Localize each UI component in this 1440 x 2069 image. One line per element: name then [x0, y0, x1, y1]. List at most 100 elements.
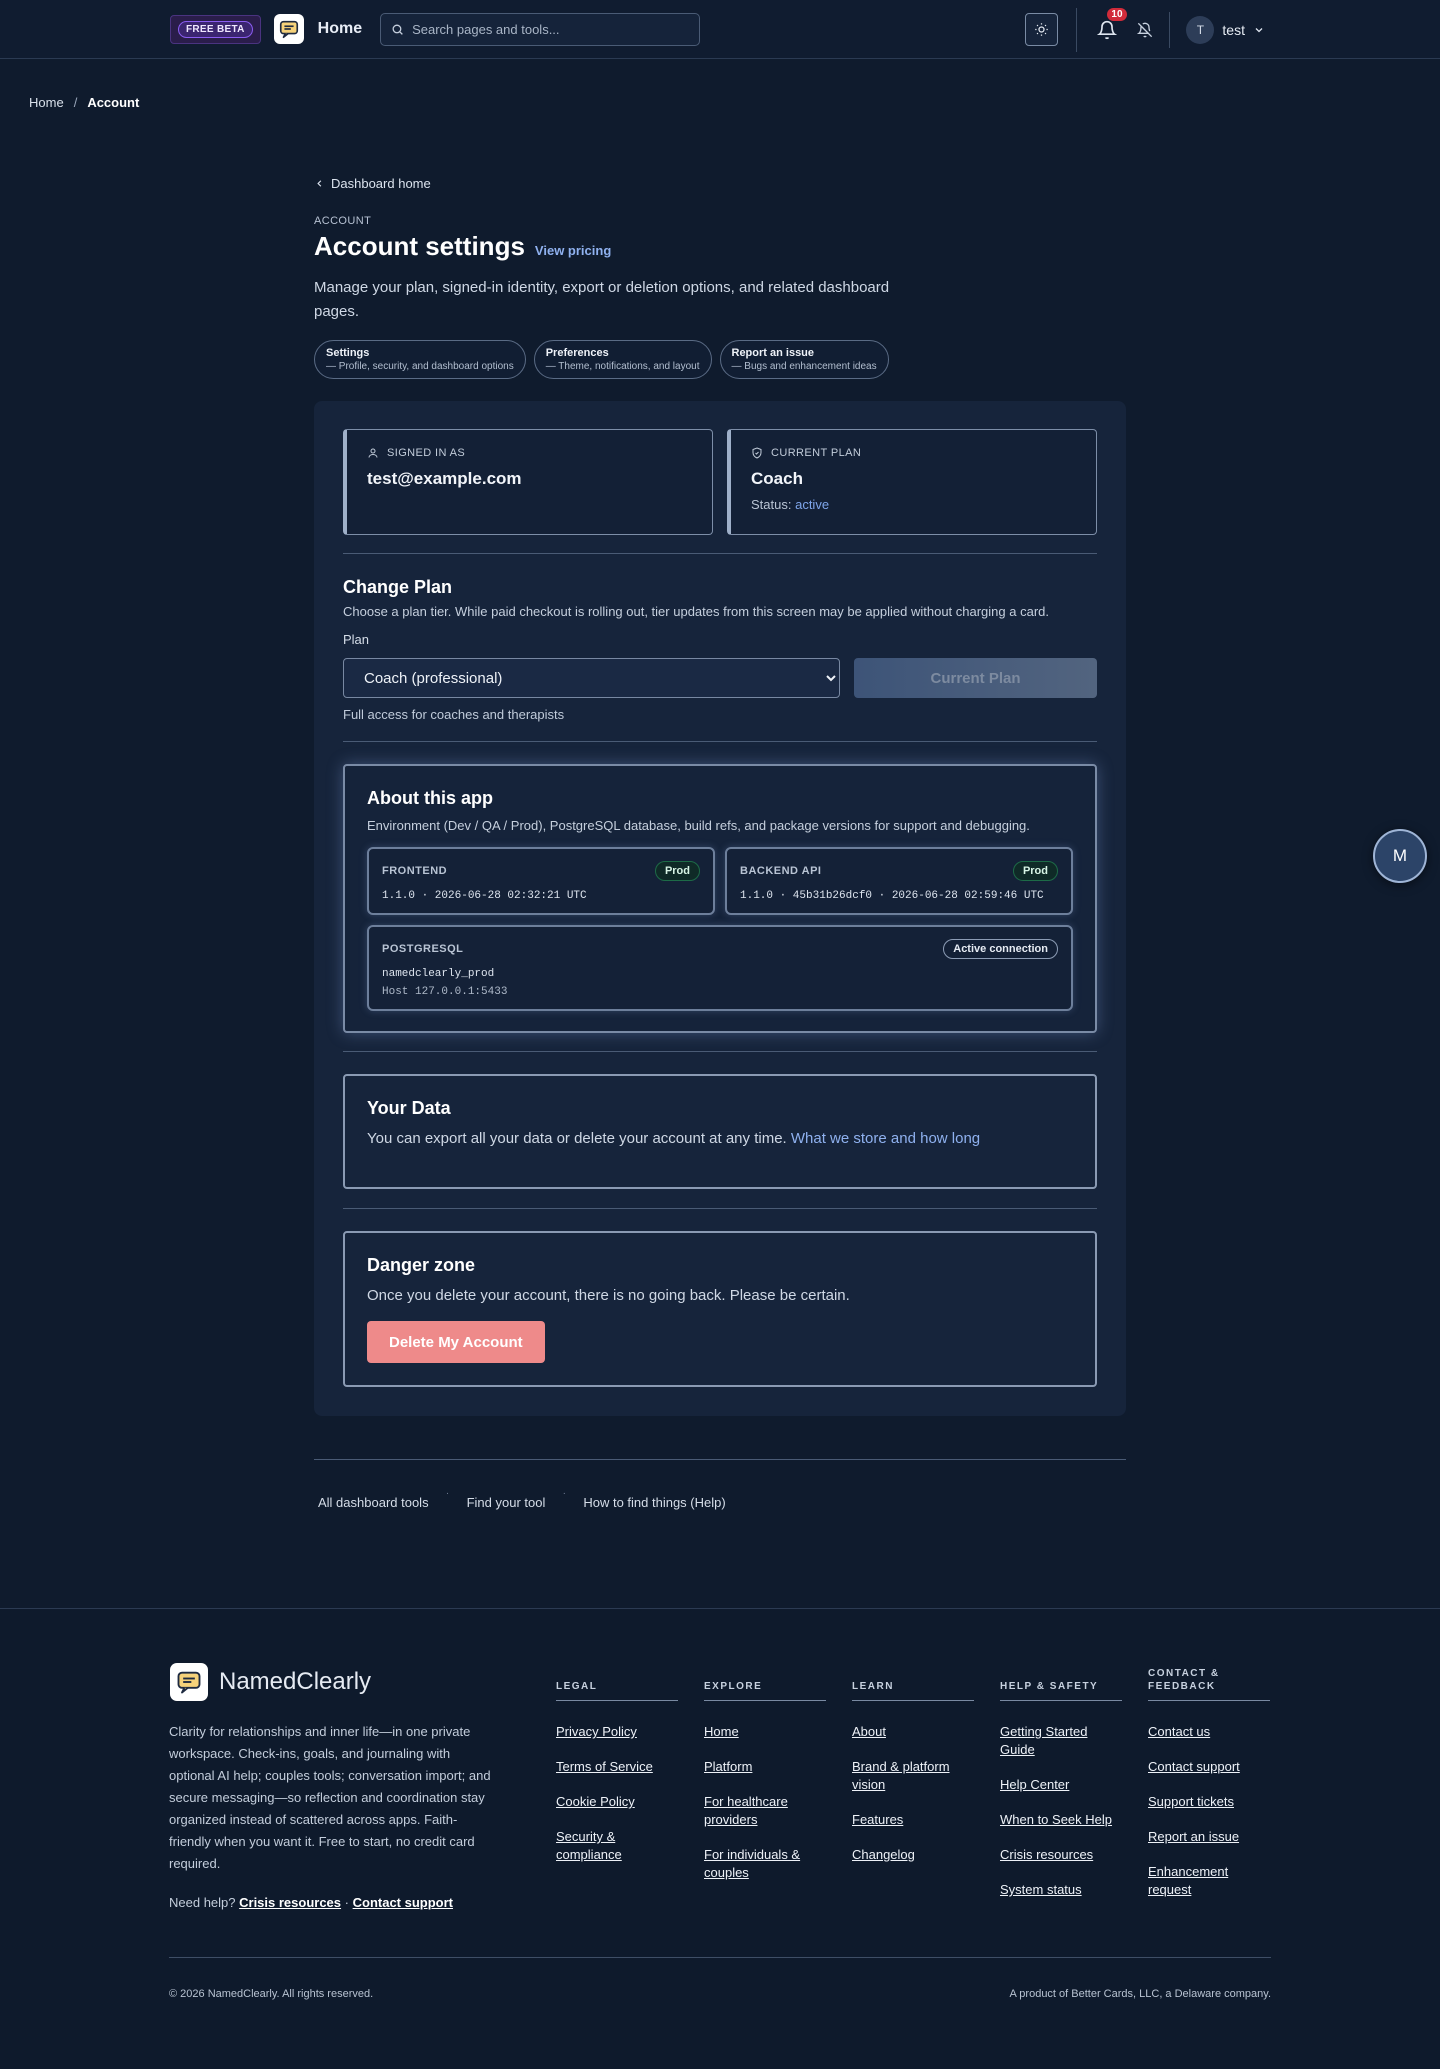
footer-link[interactable]: Brand & platform vision	[852, 1759, 950, 1792]
footer-column-title: CONTACT & FEEDBACK	[1148, 1668, 1270, 1701]
footer-link[interactable]: Getting Started Guide	[1000, 1724, 1087, 1757]
footer-link[interactable]: Features	[852, 1812, 903, 1827]
footer-link[interactable]: System status	[1000, 1882, 1082, 1897]
footer-link[interactable]: Report an issue	[1148, 1829, 1239, 1844]
all-dashboard-tools-link[interactable]: All dashboard tools	[318, 1495, 429, 1510]
settings-pill[interactable]: Settings — Profile, security, and dashbo…	[314, 340, 526, 379]
footer-link[interactable]: Enhancement request	[1148, 1864, 1228, 1897]
plan-note: Full access for coaches and therapists	[343, 707, 565, 722]
plan-status: Status: active	[751, 497, 1076, 512]
footer-column-title: LEARN	[852, 1671, 974, 1701]
mute-notifications-button[interactable]	[1137, 22, 1153, 38]
current-plan-button[interactable]: Current Plan	[854, 658, 1097, 698]
pill-title: Preferences	[545, 347, 609, 359]
title-row: Account settings View pricing	[314, 231, 1126, 262]
status-label: Status:	[751, 497, 792, 512]
connection-badge: Active connection	[943, 939, 1058, 959]
postgres-host: Host 127.0.0.1:5433	[382, 986, 508, 998]
footer-link[interactable]: When to Seek Help	[1000, 1812, 1112, 1827]
search-icon	[392, 24, 403, 35]
footer-link[interactable]: Security & compliance	[556, 1829, 622, 1862]
frontend-version: 1.1.0 · 2026-06-28 02:32:21 UTC	[382, 890, 587, 902]
breadcrumb-home-link[interactable]: Home	[29, 95, 64, 110]
breadcrumb: Home / Account	[29, 95, 139, 110]
plan-row: Coach (professional) Current Plan	[343, 658, 1097, 698]
footer-link[interactable]: Privacy Policy	[556, 1724, 637, 1739]
view-pricing-link[interactable]: View pricing	[535, 243, 611, 258]
user-menu-name[interactable]: test	[1222, 22, 1245, 38]
footer-column-title: HELP & SAFETY	[1000, 1671, 1122, 1701]
frontend-card: FRONTEND Prod 1.1.0 · 2026-06-28 02:32:2…	[367, 847, 715, 915]
pill-desc: — Profile, security, and dashboard optio…	[326, 361, 514, 372]
current-plan-name: Coach	[751, 469, 803, 488]
separator-dot: ·	[562, 1488, 567, 1499]
footer-link[interactable]: Cookie Policy	[556, 1794, 635, 1809]
divider	[343, 1051, 1097, 1052]
footer-support-link[interactable]: Contact support	[353, 1895, 453, 1910]
change-plan-desc: Choose a plan tier. While paid checkout …	[343, 604, 1049, 619]
footer-link[interactable]: For individuals & couples	[704, 1847, 800, 1880]
postgres-db-name: namedclearly_prod	[382, 968, 495, 980]
floating-messages-button[interactable]: M	[1373, 829, 1427, 883]
search-input[interactable]	[412, 21, 683, 37]
find-your-tool-link[interactable]: Find your tool	[467, 1495, 546, 1510]
home-nav-link[interactable]: Home	[318, 20, 362, 38]
danger-zone-box: Danger zone Once you delete your account…	[343, 1231, 1097, 1387]
footer-brand[interactable]: NamedClearly	[170, 1663, 371, 1701]
delete-account-button[interactable]: Delete My Account	[367, 1321, 545, 1363]
chevron-down-icon[interactable]	[1253, 24, 1265, 36]
preferences-pill[interactable]: Preferences — Theme, notifications, and …	[533, 340, 712, 379]
your-data-body: You can export all your data or delete y…	[367, 1130, 1073, 1147]
sun-icon	[1035, 23, 1049, 36]
back-link-label: Dashboard home	[331, 176, 431, 191]
divider	[343, 553, 1097, 554]
backend-version: 1.1.0 · 45b31b26dcf0 · 2026-06-28 02:59:…	[740, 890, 1044, 902]
footer-column-explore: EXPLORE Home Platform For healthcare pro…	[704, 1671, 826, 1899]
footer-help: Need help? Crisis resources · Contact su…	[169, 1895, 453, 1910]
footer-link[interactable]: For healthcare providers	[704, 1794, 788, 1827]
help-prefix: Need help?	[169, 1895, 236, 1910]
env-name: BACKEND API	[740, 865, 822, 877]
footer-link[interactable]: Contact support	[1148, 1759, 1240, 1774]
env-badge: Prod	[1012, 861, 1058, 881]
bell-off-icon	[1137, 22, 1153, 37]
beta-badge-container: FREE BETA	[170, 14, 261, 44]
footer-crisis-link[interactable]: Crisis resources	[239, 1895, 341, 1910]
footer-link[interactable]: Home	[704, 1724, 739, 1739]
postgres-card: POSTGRESQL Active connection namedclearl…	[367, 925, 1073, 1011]
what-we-store-link[interactable]: What we store and how long	[791, 1130, 980, 1147]
footer-column-legal: LEGAL Privacy Policy Terms of Service Co…	[556, 1671, 678, 1881]
pill-title: Settings	[326, 347, 370, 359]
footer-link[interactable]: Contact us	[1148, 1724, 1210, 1739]
notifications-button[interactable]: 10	[1095, 7, 1127, 42]
env-grid: FRONTEND Prod 1.1.0 · 2026-06-28 02:32:2…	[367, 847, 1073, 915]
footer-link[interactable]: Changelog	[852, 1847, 915, 1862]
search-box[interactable]	[380, 12, 701, 46]
status-value: active	[795, 497, 830, 512]
footer-product-of: A product of Better Cards, LLC, a Delawa…	[1009, 1988, 1271, 2000]
divider	[1169, 11, 1171, 48]
separator-dot: ·	[344, 1895, 349, 1910]
avatar[interactable]: T	[1186, 15, 1215, 44]
help-link[interactable]: How to find things (Help)	[583, 1495, 725, 1510]
footer-link[interactable]: Help Center	[1000, 1777, 1069, 1792]
footer-link[interactable]: Terms of Service	[556, 1759, 653, 1774]
footer-link[interactable]: Crisis resources	[1000, 1847, 1093, 1862]
footer-link[interactable]: Platform	[704, 1759, 752, 1774]
current-plan-label-text: CURRENT PLAN	[771, 447, 862, 459]
plan-select[interactable]: Coach (professional)	[343, 658, 840, 698]
theme-toggle-button[interactable]	[1025, 13, 1059, 46]
notification-count-badge: 10	[1107, 7, 1127, 21]
env-name: FRONTEND	[382, 865, 448, 877]
app-logo-icon[interactable]	[273, 14, 304, 44]
signed-in-label: SIGNED IN AS	[367, 447, 692, 459]
footer-copyright: © 2026 NamedClearly. All rights reserved…	[169, 1988, 374, 2000]
footer-link[interactable]: Support tickets	[1148, 1794, 1234, 1809]
pill-desc: — Theme, notifications, and layout	[545, 361, 700, 372]
dashboard-home-back-link[interactable]: Dashboard home	[314, 176, 1126, 191]
footer-link[interactable]: About	[852, 1724, 886, 1739]
page-title: Account settings	[314, 231, 525, 261]
report-issue-pill[interactable]: Report an issue — Bugs and enhancement i…	[719, 340, 889, 379]
danger-zone-title: Danger zone	[367, 1255, 476, 1275]
bell-icon	[1097, 20, 1118, 39]
